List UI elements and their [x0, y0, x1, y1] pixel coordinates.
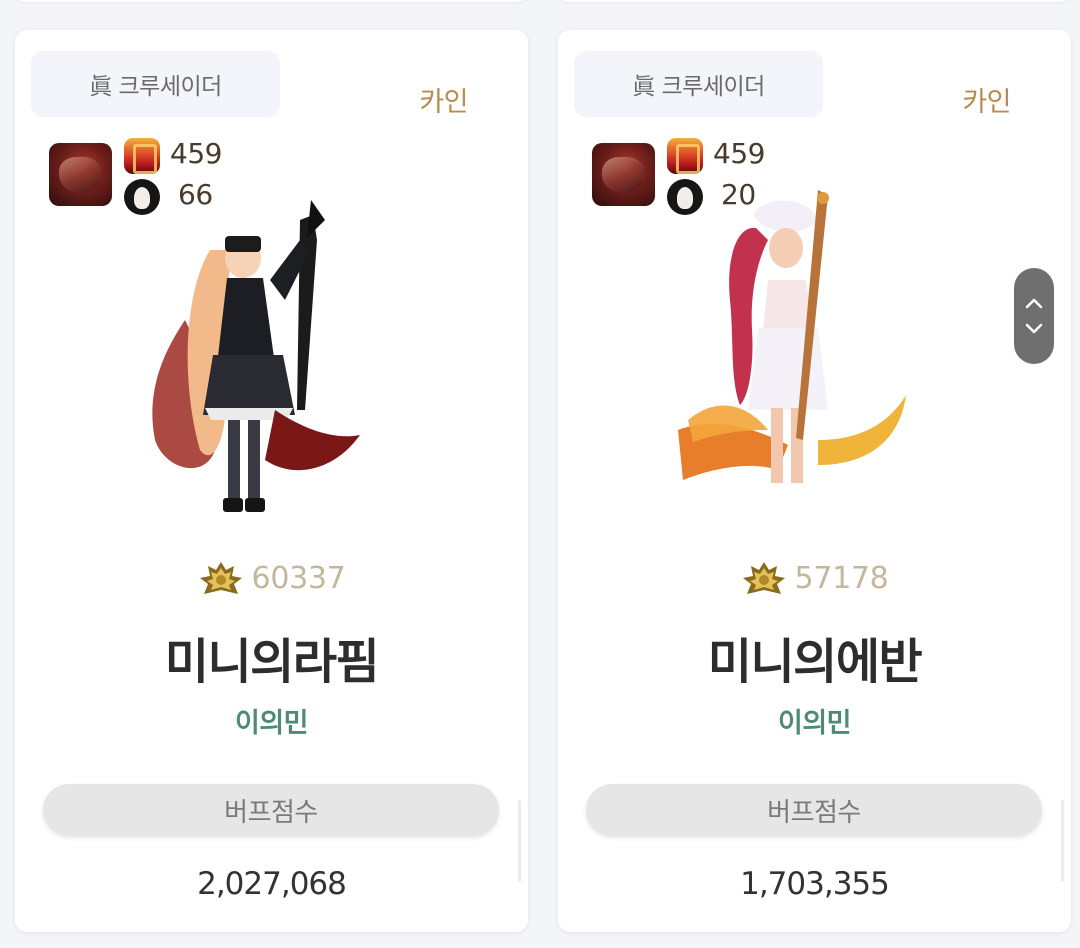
- buff-score-value: 1,703,355: [740, 866, 890, 902]
- rank-medal-icon: [742, 562, 785, 594]
- fame-icon: [667, 138, 703, 174]
- fame-value: 459: [170, 137, 222, 170]
- character-card[interactable]: 眞 크루세이더 카인 459 20 57178 미니의에반 이의민 버프점수 1…: [558, 30, 1071, 932]
- buff-score-value: 2,027,068: [197, 866, 347, 902]
- rank-number: 60337: [251, 560, 346, 596]
- job-badge: 眞 크루세이더: [31, 51, 280, 117]
- chevron-up-icon[interactable]: [1025, 297, 1043, 309]
- fame-value: 459: [713, 137, 765, 170]
- server-name: 카인: [419, 87, 468, 118]
- character-name: 미니의라핌: [164, 634, 380, 690]
- character-card[interactable]: 眞 크루세이더 카인 459 66 60337 미니의라핌 이의민 버프점수 2…: [15, 30, 528, 932]
- buff-score-label: 버프점수: [43, 784, 499, 836]
- rank-number: 57178: [794, 560, 889, 596]
- card-above-left[interactable]: [15, 0, 528, 2]
- character-list: 眞 크루세이더 카인 459 66 60337 미니의라핌 이의민 버프점수 2…: [0, 0, 1080, 948]
- job-badge: 眞 크루세이더: [574, 51, 823, 117]
- character-sprite: [152, 200, 360, 512]
- character-name: 미니의에반: [707, 634, 923, 690]
- job-avatar-icon: [592, 143, 655, 206]
- fame-icon: [124, 138, 160, 174]
- rank-medal-icon: [199, 562, 242, 594]
- divider: [518, 800, 521, 882]
- chevron-down-icon[interactable]: [1025, 323, 1043, 335]
- scroll-control[interactable]: [1014, 268, 1054, 364]
- buff-score-label: 버프점수: [586, 784, 1042, 836]
- adventure-name: 이의민: [777, 708, 852, 739]
- adventure-name: 이의민: [234, 708, 309, 739]
- server-name: 카인: [962, 87, 1011, 118]
- card-above-right[interactable]: [558, 0, 1071, 2]
- character-sprite: [678, 190, 906, 483]
- job-avatar-icon: [49, 143, 112, 206]
- divider: [1061, 800, 1064, 882]
